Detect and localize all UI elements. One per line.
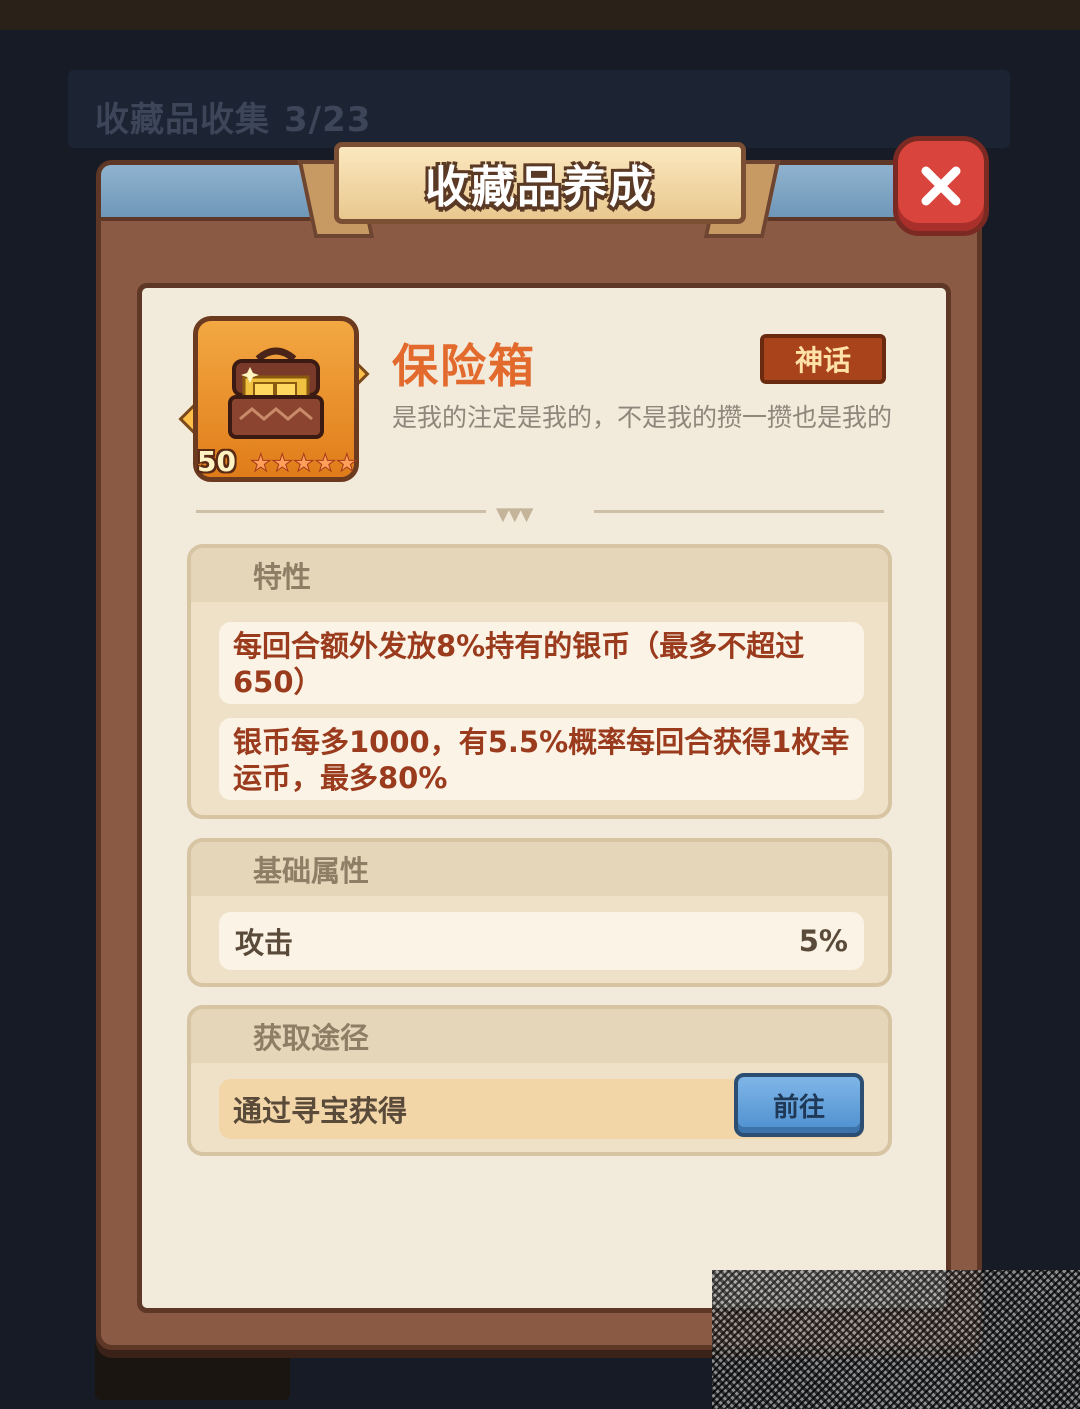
collection-progress: 收藏品收集 3/23 [95, 92, 371, 141]
divider-ornament-icon: ▼▼▼ [496, 504, 534, 525]
trait-item: 每回合额外发放8%持有的银币（最多不超过650） [219, 622, 864, 704]
collection-label: 收藏品收集 [95, 100, 270, 140]
dialog-title: 收藏品养成 [425, 162, 655, 213]
traits-section: 特性 每回合额外发放8%持有的银币（最多不超过650） 银币每多1000，有5.… [187, 544, 892, 819]
collection-count: 3/23 [284, 100, 372, 140]
base-attributes-title: 基础属性 [191, 842, 888, 896]
star-icon: ★ [336, 449, 358, 478]
star-icon: ★ [271, 449, 294, 478]
traits-title: 特性 [191, 548, 888, 602]
star-icon: ★ [250, 449, 272, 478]
attribute-label: 攻击 [235, 926, 294, 960]
attribute-value: 5% [798, 924, 848, 958]
divider-line-right [594, 510, 884, 513]
treasure-chest-icon [228, 347, 324, 439]
star-icon: ★ [293, 449, 315, 478]
close-icon [921, 166, 961, 206]
item-name: 保险箱 [392, 339, 536, 393]
trait-item: 银币每多1000，有5.5%概率每回合获得1枚幸运币，最多80% [219, 718, 864, 800]
dialog-title-ribbon: 收藏品养成 [334, 142, 746, 224]
section-divider: ▼▼▼ [196, 504, 884, 525]
star-rating: ★ ★ ★ ★ ★ [250, 449, 359, 478]
star-icon: ★ [314, 449, 337, 478]
acquisition-title: 获取途径 [191, 1009, 888, 1063]
attribute-row: 攻击 5% [219, 912, 864, 970]
base-attributes-section: 基础属性 攻击 5% [187, 838, 892, 987]
item-level: 50 [197, 445, 236, 478]
close-button[interactable] [893, 136, 989, 236]
item-description: 是我的注定是我的，不是我的攒一攒也是我的 [392, 403, 893, 432]
obscured-watermark [712, 1270, 1080, 1409]
divider-line-left [196, 510, 486, 513]
acquisition-method: 通过寻宝获得 [233, 1094, 408, 1128]
go-button[interactable]: 前往 [734, 1073, 864, 1137]
background-top-strip [0, 0, 1080, 30]
rarity-badge: 神话 [760, 334, 886, 384]
